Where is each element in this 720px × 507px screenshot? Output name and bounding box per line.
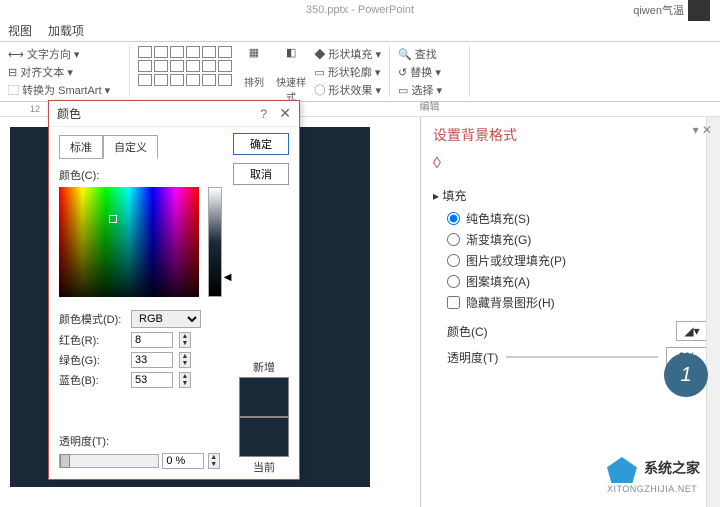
color-picker-button[interactable]: ◢▾ (676, 321, 708, 341)
fill-section-header[interactable]: ▸ 填充 (433, 187, 708, 204)
dialog-close-button[interactable]: ✕ (279, 105, 291, 122)
transparency-label: 透明度(T) (447, 349, 498, 366)
blue-input[interactable] (131, 372, 173, 388)
red-input[interactable] (131, 332, 173, 348)
blue-spinner[interactable]: ▲▼ (179, 372, 191, 388)
color-dialog: 颜色 ? ✕ 标准 自定义 确定 取消 颜色(C): ◀ 颜色模式(D): RG… (48, 100, 300, 480)
picture-fill-radio[interactable]: 图片或纹理填充(P) (447, 252, 708, 269)
format-panel-title: 设置背景格式 (433, 125, 708, 145)
username: qiwen气温 (633, 2, 684, 18)
panel-close-button[interactable]: ▾ ✕ (693, 123, 712, 137)
dialog-help-button[interactable]: ? (260, 107, 267, 121)
replace-button[interactable]: ↺ 替换 ▾ (398, 64, 461, 80)
select-button[interactable]: ▭ 选择 ▾ (398, 82, 461, 98)
convert-smartart-button[interactable]: ⬚ 转换为 SmartArt ▾ (8, 82, 121, 98)
green-label: 绿色(G): (59, 352, 125, 368)
green-spinner[interactable]: ▲▼ (179, 352, 191, 368)
dialog-title: 颜色 (57, 105, 81, 122)
new-color-label: 新增 (239, 359, 289, 375)
shape-outline-button[interactable]: ▭ 形状轮廓 ▾ (314, 64, 381, 80)
blue-label: 蓝色(B): (59, 372, 125, 388)
tab-custom[interactable]: 自定义 (103, 135, 158, 159)
luminance-bar[interactable] (208, 187, 222, 297)
find-button[interactable]: 🔍 查找 (398, 46, 461, 62)
color-model-select[interactable]: RGB (131, 310, 201, 328)
editing-group-label: 编辑 (398, 98, 461, 113)
arrange-icon[interactable]: ▦ (240, 46, 268, 74)
solid-fill-radio[interactable]: 纯色填充(S) (447, 210, 708, 227)
fill-icon[interactable]: ◊ (433, 155, 441, 173)
annotation-badge-1: 1 (664, 353, 708, 397)
menu-view[interactable]: 视图 (8, 22, 32, 39)
arrange-label: 排列 (240, 74, 268, 89)
new-color-swatch (239, 377, 289, 417)
luminance-arrow[interactable]: ◀ (224, 272, 232, 283)
text-direction-button[interactable]: ⟷ 文字方向 ▾ (8, 46, 121, 62)
align-text-button[interactable]: ⊟ 对齐文本 ▾ (8, 64, 121, 80)
shapes-gallery[interactable] (138, 46, 232, 86)
panel-scrollbar[interactable] (706, 117, 720, 507)
gradient-fill-radio[interactable]: 渐变填充(G) (447, 231, 708, 248)
shape-fill-button[interactable]: ◆ 形状填充 ▾ (314, 46, 381, 62)
shape-effects-button[interactable]: ◯ 形状效果 ▾ (314, 82, 381, 98)
color-crosshair[interactable] (109, 215, 117, 223)
tab-standard[interactable]: 标准 (59, 135, 103, 159)
dlg-trans-spinner[interactable]: ▲▼ (208, 453, 220, 469)
dlg-transparency-label: 透明度(T): (59, 433, 289, 449)
ok-button[interactable]: 确定 (233, 133, 289, 155)
color-field[interactable] (59, 187, 199, 297)
red-label: 红色(R): (59, 332, 125, 348)
dlg-transparency-value[interactable] (162, 453, 204, 469)
cancel-button[interactable]: 取消 (233, 163, 289, 185)
color-label: 颜色(C) (447, 323, 488, 340)
green-input[interactable] (131, 352, 173, 368)
red-spinner[interactable]: ▲▼ (179, 332, 191, 348)
pattern-fill-radio[interactable]: 图案填充(A) (447, 273, 708, 290)
window-title: 350.pptx - PowerPoint (306, 4, 414, 16)
watermark: 系统之家 XITONGZHIJIA.NET (607, 457, 700, 495)
user-avatar[interactable] (688, 0, 710, 21)
watermark-logo-icon (607, 457, 637, 483)
color-model-label: 颜色模式(D): (59, 311, 125, 327)
dlg-transparency-slider[interactable] (59, 454, 159, 468)
menu-addins[interactable]: 加载项 (48, 22, 84, 39)
transparency-slider[interactable] (506, 356, 658, 358)
hide-bg-checkbox[interactable]: 隐藏背景图形(H) (447, 294, 708, 311)
quick-styles-icon[interactable]: ◧ (277, 46, 305, 74)
